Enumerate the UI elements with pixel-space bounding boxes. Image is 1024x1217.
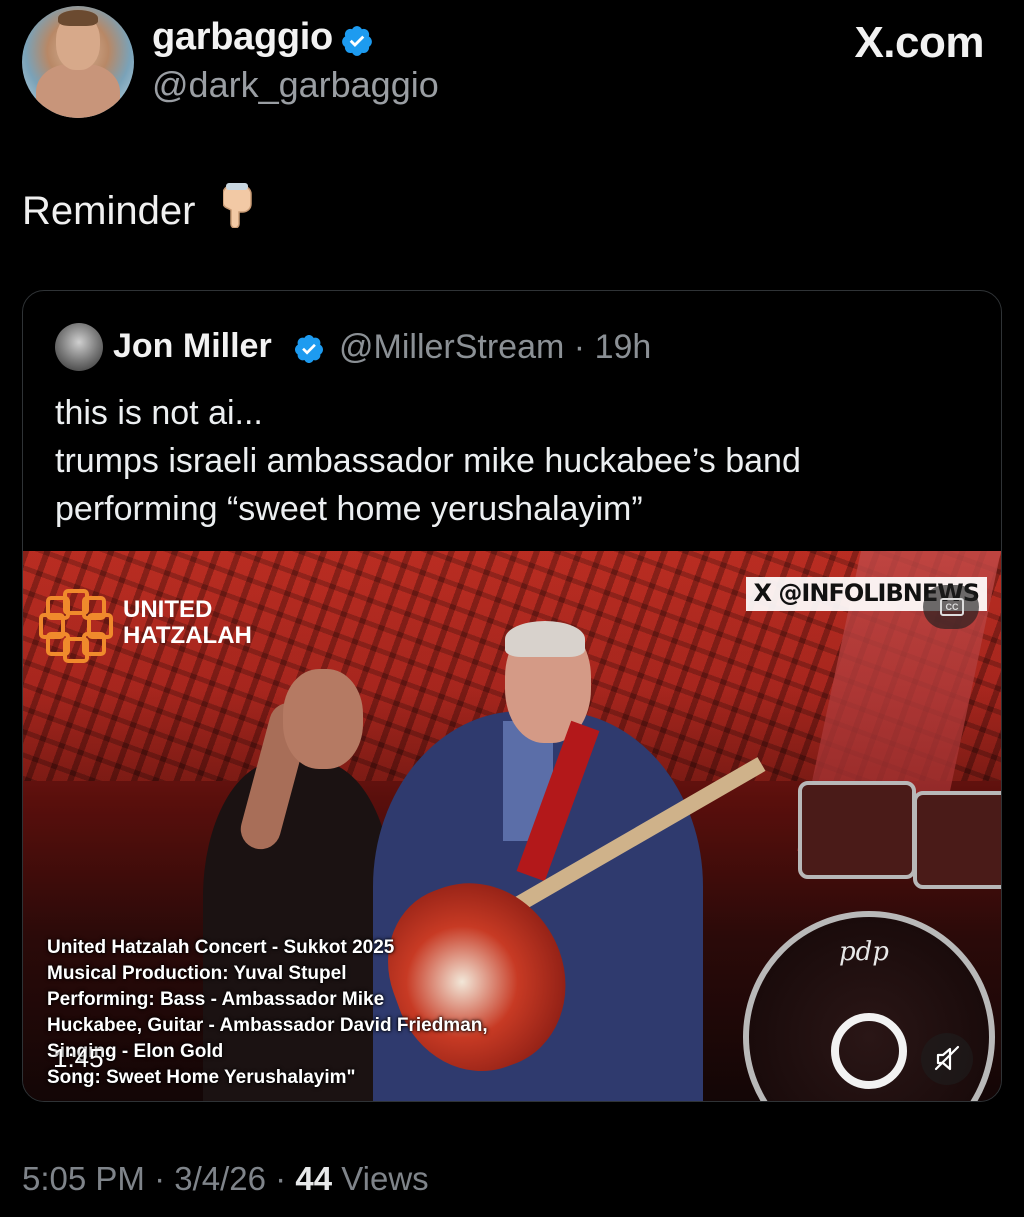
drum-logo: pdp [839,937,889,967]
views-label: Views [341,1160,429,1197]
author-display-name[interactable]: garbaggio [152,16,333,59]
caption-line: Huckabee, Guitar - Ambassador David Frie… [47,1015,488,1036]
tweet-date[interactable]: 3/4/26 [174,1160,266,1197]
caption-line: Performing: Bass - Ambassador Mike [47,989,385,1010]
author-handle[interactable]: @dark_garbaggio [152,64,439,106]
quoted-text-line: this is not ai... [55,394,263,432]
footer-separator: · [275,1160,287,1197]
video-duration: 1:45 [53,1043,104,1073]
quoted-author-name[interactable]: Jon Miller [113,327,272,366]
quoted-tweet-age[interactable]: 19h [595,328,652,366]
views-count: 44 [295,1160,333,1197]
mute-button[interactable] [921,1033,973,1085]
quoted-author-avatar[interactable] [55,323,103,371]
quoted-author-handle[interactable]: @MillerStream [339,328,564,366]
caption-line: United Hatzalah Concert - Sukkot 2025 [47,937,395,958]
tweet-screenshot: garbaggio @dark_garbaggio X.com Reminder… [0,0,1024,1217]
tweet-footer: 5:05 PM · 3/4/26 · 44 Views [22,1160,429,1198]
quoted-verified-badge-icon [295,335,323,363]
meta-separator: · [573,328,586,366]
caption-line: Song: Sweet Home Yerushalayim" [47,1067,356,1088]
muted-speaker-icon [934,1045,960,1071]
closed-captions-icon: CC [940,598,964,616]
drum-tom [798,781,916,879]
caption-line: Singing - Elon Gold [47,1041,224,1062]
caption-line: Musical Production: Yuval Stupel [47,963,347,984]
united-hatzalah-logo-text: UNITED HATZALAH [123,596,252,649]
quoted-text-line: trumps israeli ambassador mike huckabee’… [55,442,801,480]
footer-separator: · [154,1160,166,1197]
quoted-tweet-card[interactable]: Jon Miller @MillerStream · 19h this is n… [22,290,1002,1102]
pointing-down-emoji-icon [222,183,252,228]
brand-label: X.com [854,18,984,67]
verified-badge-icon [342,26,372,56]
author-avatar[interactable] [22,6,134,118]
tweet-text-content: Reminder [22,189,196,233]
video-caption: United Hatzalah Concert - Sukkot 2025 Mu… [47,935,488,1091]
x-logo-icon: X [753,579,772,607]
tweet-text: Reminder [22,182,257,234]
quoted-tweet-text: this is not ai... trumps israeli ambassa… [55,389,975,533]
quoted-text-line: performing “sweet home yerushalayim” [55,490,643,528]
drum-tom [913,791,1001,889]
united-hatzalah-logo-icon [39,589,113,663]
tweet-time[interactable]: 5:05 PM [22,1160,145,1197]
video-player[interactable]: pdp UNITED HATZALAH X @INFOLIBNEWS CC Un… [23,551,1001,1101]
quoted-tweet-meta: @MillerStream · 19h [339,328,651,367]
closed-captions-button[interactable]: CC [923,585,979,629]
